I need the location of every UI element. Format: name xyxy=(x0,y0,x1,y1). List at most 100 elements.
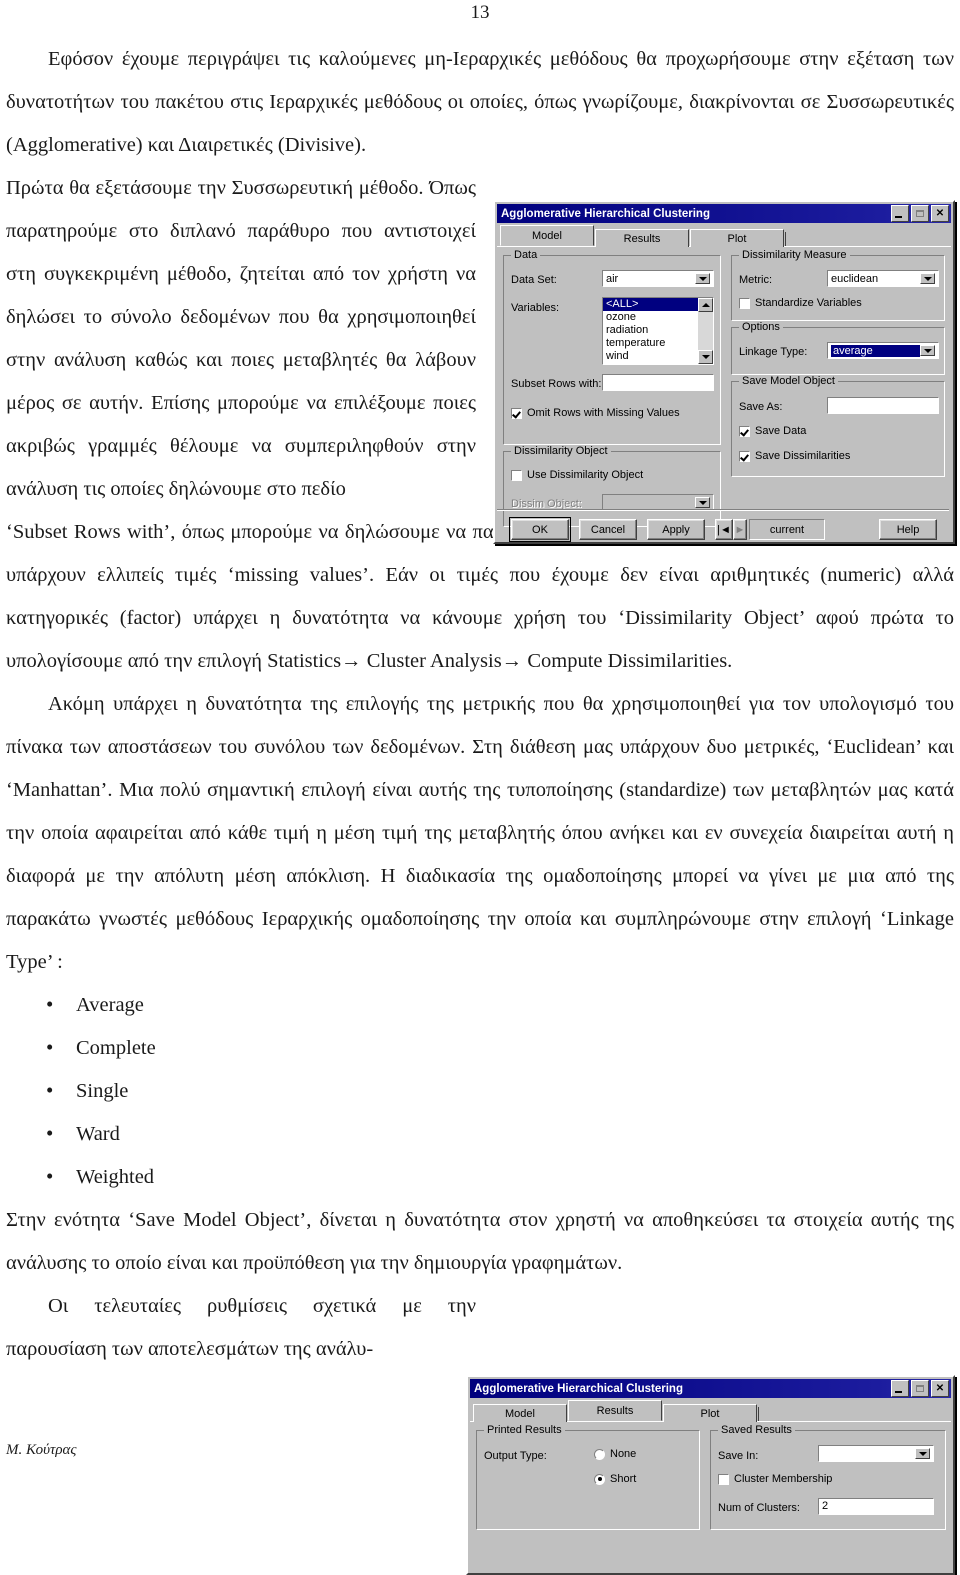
dialog-title: Agglomerative Hierarchical Clustering xyxy=(501,207,710,220)
maximize-icon[interactable] xyxy=(911,205,929,222)
output-type-none-label: None xyxy=(610,1448,637,1460)
paragraph-5: Στην ενότητα ‘Save Model Object’, δίνετα… xyxy=(6,1209,954,1274)
save-dissimilarities-label: Save Dissimilarities xyxy=(755,450,851,462)
dialog-title: Agglomerative Hierarchical Clustering xyxy=(474,1382,683,1395)
chevron-down-icon[interactable] xyxy=(920,273,935,284)
minimize-icon[interactable] xyxy=(891,1380,909,1397)
group-dissimilarity-object: Dissimilarity Object xyxy=(503,445,721,527)
num-of-clusters-input[interactable]: 2 xyxy=(818,1498,934,1515)
group-dissim-measure-legend: Dissimilarity Measure xyxy=(739,249,850,261)
subset-rows-input[interactable] xyxy=(602,374,714,391)
chevron-down-icon[interactable] xyxy=(695,273,710,284)
tab-filler xyxy=(758,1407,951,1421)
metric-value: euclidean xyxy=(831,272,879,285)
titlebar-buttons[interactable]: ✕ xyxy=(891,205,949,222)
tab-filler xyxy=(785,232,951,246)
group-printed-results-legend: Printed Results xyxy=(484,1424,565,1436)
use-dissimilarity-object-checkbox[interactable]: Use Dissimilarity Object xyxy=(511,469,643,481)
linkage-type-combo[interactable]: average xyxy=(827,342,939,359)
tab-model[interactable]: Model xyxy=(500,225,594,246)
agglomerative-clustering-model-dialog[interactable]: Agglomerative Hierarchical Clustering ✕ … xyxy=(493,200,955,544)
chevron-down-icon[interactable] xyxy=(695,497,710,508)
omit-rows-label: Omit Rows with Missing Values xyxy=(527,407,680,419)
dialog-client-area: Printed Results Output Type: None Short … xyxy=(470,1422,951,1568)
maximize-icon[interactable] xyxy=(911,1380,929,1397)
close-icon[interactable]: ✕ xyxy=(931,1380,949,1397)
output-type-short-label: Short xyxy=(610,1473,637,1485)
output-type-label: Output Type: xyxy=(484,1450,547,1462)
save-in-combo[interactable] xyxy=(818,1445,934,1462)
paragraph-1: Εφόσον έχουμε περιγράψει τις καλούμενες … xyxy=(6,48,954,156)
group-dissim-object-legend: Dissimilarity Object xyxy=(511,445,611,457)
scrollbar-track[interactable] xyxy=(698,312,713,350)
subset-rows-label: Subset Rows with: xyxy=(511,378,602,390)
dialog-tabstrip[interactable]: Model Results Plot xyxy=(497,225,951,247)
dialog-titlebar[interactable]: Agglomerative Hierarchical Clustering ✕ xyxy=(497,204,951,223)
paragraph-6: Οι τελευταίες ρυθμίσεις σχετικά με την π… xyxy=(6,1295,476,1360)
apply-button[interactable]: Apply xyxy=(647,519,705,540)
titlebar-buttons[interactable]: ✕ xyxy=(891,1380,949,1397)
tab-results[interactable]: Results xyxy=(568,1400,662,1421)
metric-label: Metric: xyxy=(739,274,772,286)
list-item[interactable]: wind xyxy=(603,350,698,363)
radio-circle xyxy=(594,1473,605,1485)
paragraph-4: Ακόμη υπάρχει η δυνατότητα της επιλογής … xyxy=(6,693,954,973)
help-button[interactable]: Help xyxy=(879,519,937,540)
data-set-label: Data Set: xyxy=(511,274,557,286)
group-data-legend: Data xyxy=(511,249,541,261)
group-saved-results-legend: Saved Results xyxy=(718,1424,795,1436)
cancel-button[interactable]: Cancel xyxy=(579,519,637,540)
checkbox-box xyxy=(739,297,750,309)
linkage-type-value: average xyxy=(831,344,920,357)
list-item: Complete xyxy=(46,1026,954,1070)
chevron-down-icon[interactable] xyxy=(920,345,935,356)
list-item: Weighted xyxy=(46,1155,954,1199)
checkbox-box xyxy=(511,407,522,419)
list-item[interactable]: ozone xyxy=(603,311,698,324)
agglomerative-clustering-results-dialog[interactable]: Agglomerative Hierarchical Clustering ✕ … xyxy=(466,1375,955,1575)
metric-combo[interactable]: euclidean xyxy=(827,270,939,287)
output-type-short-radio[interactable]: Short xyxy=(594,1473,636,1485)
variables-items[interactable]: <ALL> ozone radiation temperature wind xyxy=(603,298,698,364)
dialog-client-area: Data Data Set: air Variables: <ALL> ozon… xyxy=(497,247,951,542)
omit-rows-checkbox[interactable]: Omit Rows with Missing Values xyxy=(511,407,680,419)
data-set-combo[interactable]: air xyxy=(602,270,714,287)
dialog-titlebar[interactable]: Agglomerative Hierarchical Clustering ✕ xyxy=(470,1379,951,1398)
tab-model[interactable]: Model xyxy=(473,1404,567,1422)
list-item[interactable]: temperature xyxy=(603,337,698,350)
standardize-variables-checkbox[interactable]: Standardize Variables xyxy=(739,297,862,309)
ok-button[interactable]: OK xyxy=(509,517,571,542)
tab-plot[interactable]: Plot xyxy=(690,229,784,247)
cluster-membership-label: Cluster Membership xyxy=(734,1473,833,1485)
scroll-down-icon[interactable] xyxy=(698,350,713,364)
radio-circle xyxy=(594,1448,605,1460)
tab-results[interactable]: Results xyxy=(595,229,689,247)
chevron-down-icon[interactable] xyxy=(915,1448,930,1459)
variables-listbox[interactable]: <ALL> ozone radiation temperature wind xyxy=(602,297,714,365)
close-icon[interactable]: ✕ xyxy=(931,205,949,222)
list-item[interactable]: radiation xyxy=(603,324,698,337)
save-data-label: Save Data xyxy=(755,425,807,437)
paragraph-2: Πρώτα θα εξετάσουμε την Συσσωρευτική μέθ… xyxy=(6,177,476,500)
first-page-button[interactable]: |◄ xyxy=(715,519,733,540)
linkage-type-label: Linkage Type: xyxy=(739,346,808,358)
list-item: Average xyxy=(46,983,954,1027)
next-page-button[interactable]: ► xyxy=(733,519,747,540)
cluster-membership-checkbox[interactable]: Cluster Membership xyxy=(718,1473,832,1485)
group-dissimilarity-measure: Dissimilarity Measure xyxy=(731,249,945,321)
data-set-value: air xyxy=(606,272,619,285)
checkbox-box xyxy=(718,1473,729,1485)
group-printed-results: Printed Results xyxy=(476,1424,700,1530)
save-as-input[interactable] xyxy=(827,397,939,414)
dialog-tabstrip[interactable]: Model Results Plot xyxy=(470,1400,951,1422)
list-item[interactable]: <ALL> xyxy=(603,298,698,311)
save-data-checkbox[interactable]: Save Data xyxy=(739,425,806,437)
save-in-label: Save In: xyxy=(718,1450,759,1462)
tab-plot[interactable]: Plot xyxy=(663,1404,757,1422)
scroll-up-icon[interactable] xyxy=(698,298,713,312)
minimize-icon[interactable] xyxy=(891,205,909,222)
output-type-none-radio[interactable]: None xyxy=(594,1448,636,1460)
page-number: 13 xyxy=(470,2,490,23)
save-dissimilarities-checkbox[interactable]: Save Dissimilarities xyxy=(739,450,850,462)
variables-scrollbar[interactable] xyxy=(698,298,713,364)
